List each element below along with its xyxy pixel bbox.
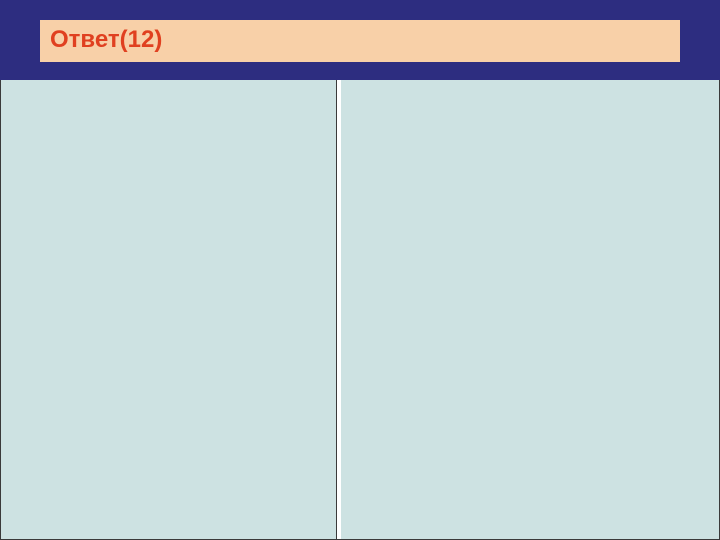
title-box: Ответ(12) [40, 20, 680, 62]
content-area [0, 80, 720, 540]
header-bar: Ответ(12) [0, 0, 720, 80]
left-panel [0, 80, 337, 539]
page-title: Ответ(12) [50, 26, 162, 53]
right-panel [341, 80, 720, 539]
